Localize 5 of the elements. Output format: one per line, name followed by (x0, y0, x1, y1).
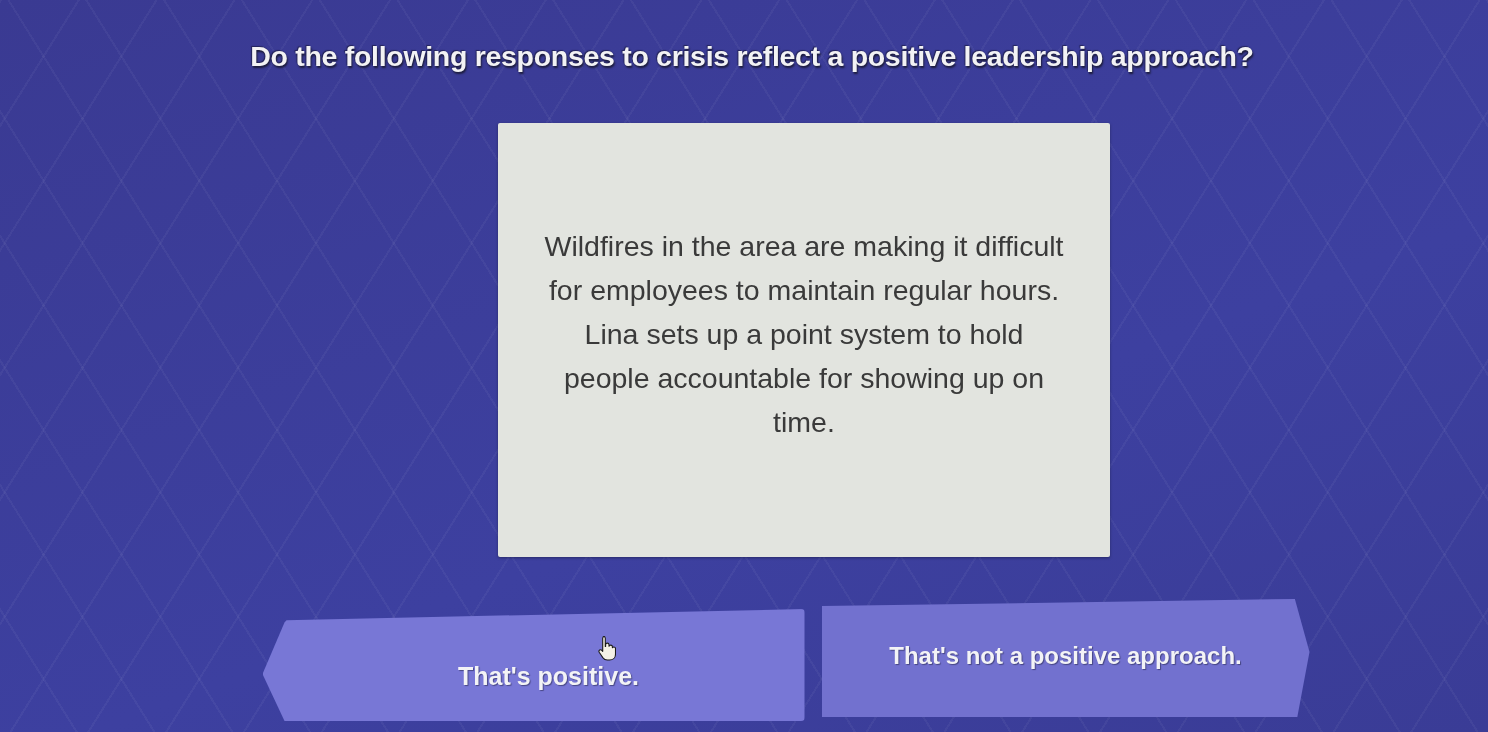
question-title: Do the following responses to crisis reflect a positive leadership approach? (250, 40, 1254, 73)
scenario-text: Wildfires in the area are making it difficult for employees to maintain regular hours. Lina sets up a point system to hold people accountable for showing up on time. (543, 229, 1065, 440)
answer-button[interactable]: That's not a positive approach. (821, 599, 1310, 717)
answer-button[interactable]: That's positive. (262, 609, 805, 721)
hand-pointer-icon (597, 635, 616, 661)
